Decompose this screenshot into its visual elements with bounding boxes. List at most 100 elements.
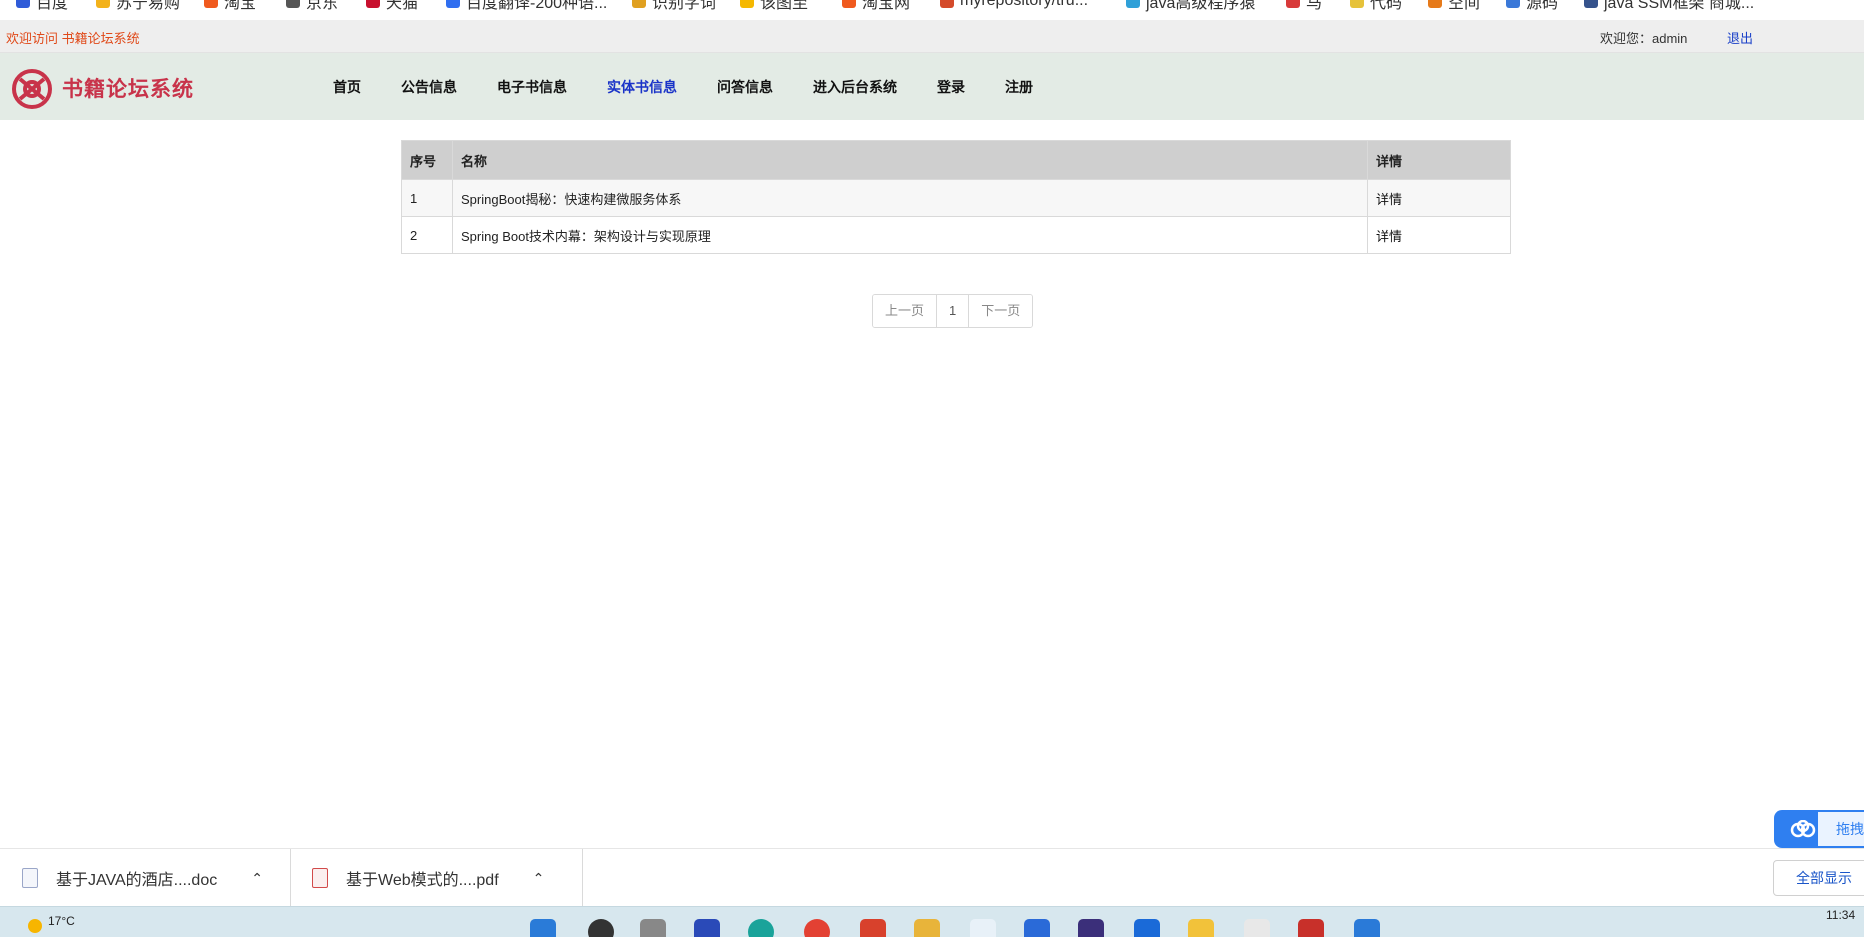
baidu-icon bbox=[16, 0, 30, 8]
bookmark-item[interactable]: 淘宝 bbox=[204, 0, 256, 12]
folder-icon[interactable] bbox=[914, 919, 940, 937]
chevron-up-icon[interactable]: ⌃ bbox=[533, 870, 545, 887]
bookmark-item[interactable]: 淘宝网 bbox=[842, 0, 910, 12]
bookmark-item[interactable]: 该图至 bbox=[740, 0, 808, 12]
doc-file-icon bbox=[22, 868, 38, 888]
logo-icon bbox=[12, 69, 52, 109]
pdf-file-icon bbox=[312, 868, 328, 888]
header-detail: 详情 bbox=[1367, 140, 1511, 180]
app-icon[interactable] bbox=[1244, 919, 1270, 937]
search-icon[interactable] bbox=[588, 919, 614, 937]
page-number-button[interactable]: 1 bbox=[937, 295, 970, 327]
downloads-bar: 基于JAVA的酒店....doc ⌃ 基于Web模式的....pdf ⌃ bbox=[0, 848, 1864, 907]
translate-icon bbox=[446, 0, 460, 8]
notes-icon[interactable] bbox=[1188, 919, 1214, 937]
app-icon[interactable] bbox=[1134, 919, 1160, 937]
row-name: SpringBoot揭秘：快速构建微服务体系 bbox=[452, 179, 1368, 217]
nav-physical-books[interactable]: 实体书信息 bbox=[607, 77, 677, 97]
chevron-up-icon[interactable]: ⌃ bbox=[251, 870, 263, 887]
detail-link[interactable]: 详情 bbox=[1376, 229, 1402, 244]
row-name: Spring Boot技术内幕：架构设计与实现原理 bbox=[452, 216, 1368, 254]
table-row: 2 Spring Boot技术内幕：架构设计与实现原理 详情 bbox=[401, 216, 1511, 254]
table-header-row: 序号 名称 详情 bbox=[401, 140, 1511, 180]
site-header: 书籍论坛系统 首页 公告信息 电子书信息 实体书信息 问答信息 进入后台系统 登… bbox=[0, 53, 1864, 120]
os-taskbar: 17°C 11:34 bbox=[0, 906, 1864, 937]
tmall-icon bbox=[366, 0, 380, 8]
wordpress-icon bbox=[1584, 0, 1598, 8]
recognize-icon bbox=[632, 0, 646, 8]
book-table-container: 序号 名称 详情 1 SpringBoot揭秘：快速构建微服务体系 详情 2 S… bbox=[401, 140, 1511, 254]
bookmark-item[interactable]: 京东 bbox=[286, 0, 338, 12]
table-row: 1 SpringBoot揭秘：快速构建微服务体系 详情 bbox=[401, 179, 1511, 217]
bookmark-item[interactable]: 百度翻译-200种语... bbox=[446, 0, 607, 12]
bookmark-item[interactable]: 源码 bbox=[1506, 0, 1558, 12]
welcome-text: 欢迎访问 书籍论坛系统 bbox=[6, 31, 140, 46]
bookmark-item[interactable]: 百度 bbox=[16, 0, 68, 12]
user-greeting: 欢迎您：admin bbox=[1600, 31, 1688, 46]
bookmark-item[interactable]: 代码 bbox=[1350, 0, 1402, 12]
bookmark-item[interactable]: 空间 bbox=[1428, 0, 1480, 12]
download-item[interactable]: 基于JAVA的酒店....doc ⌃ bbox=[0, 849, 291, 907]
nav-announcements[interactable]: 公告信息 bbox=[401, 77, 457, 97]
system-clock: 11:34 bbox=[1826, 908, 1856, 922]
bookmarks-bar: 百度 苏宁易购 淘宝 京东 天猫 百度翻译-200种语... 识别字词 该图至 … bbox=[0, 0, 1864, 20]
show-all-downloads-button[interactable]: 全部显示 bbox=[1773, 860, 1864, 896]
nav-register[interactable]: 注册 bbox=[1005, 77, 1033, 97]
suning-icon bbox=[96, 0, 110, 8]
book-table: 序号 名称 详情 1 SpringBoot揭秘：快速构建微服务体系 详情 2 S… bbox=[401, 140, 1511, 254]
space-icon bbox=[1428, 0, 1442, 8]
bookmark-item[interactable]: java SSM框架 商城... bbox=[1584, 0, 1754, 12]
sun-icon bbox=[28, 919, 42, 933]
top-welcome-bar: 欢迎访问 书籍论坛系统 欢迎您：admin 退出 bbox=[0, 20, 1864, 53]
row-no: 1 bbox=[401, 179, 453, 217]
nav-login[interactable]: 登录 bbox=[937, 77, 965, 97]
bookmark-icon bbox=[1286, 0, 1300, 8]
edge-icon[interactable] bbox=[748, 919, 774, 937]
nav-qa[interactable]: 问答信息 bbox=[717, 77, 773, 97]
chrome-icon[interactable] bbox=[804, 919, 830, 937]
detail-link[interactable]: 详情 bbox=[1376, 192, 1402, 207]
header-name: 名称 bbox=[452, 140, 1368, 180]
jd-icon bbox=[286, 0, 300, 8]
prev-page-button[interactable]: 上一页 bbox=[873, 295, 938, 327]
cloud-icon bbox=[1790, 820, 1816, 838]
windows-start-icon[interactable] bbox=[530, 919, 556, 937]
calendar-icon[interactable] bbox=[1354, 919, 1380, 937]
nav-home[interactable]: 首页 bbox=[333, 77, 361, 97]
browser-icon[interactable] bbox=[860, 919, 886, 937]
weather-widget[interactable]: 17°C bbox=[28, 909, 75, 933]
taobao-icon bbox=[204, 0, 218, 8]
file-explorer-icon[interactable] bbox=[640, 919, 666, 937]
download-item[interactable]: 基于Web模式的....pdf ⌃ bbox=[292, 849, 583, 907]
netdisk-float-label: 拖拽 bbox=[1818, 812, 1864, 846]
code-icon bbox=[1350, 0, 1364, 8]
source-icon bbox=[1506, 0, 1520, 8]
bookmark-item[interactable]: 识别字词 bbox=[632, 0, 716, 12]
site-brand[interactable]: 书籍论坛系统 bbox=[62, 73, 194, 103]
weather-temp: 17°C bbox=[48, 914, 75, 928]
folder-icon bbox=[1126, 0, 1140, 8]
pagination: 上一页 1 下一页 bbox=[872, 294, 1034, 328]
taobao-icon bbox=[842, 0, 856, 8]
bookmark-item[interactable]: 苏宁易购 bbox=[96, 0, 180, 12]
row-no: 2 bbox=[401, 216, 453, 254]
header-no: 序号 bbox=[401, 140, 453, 180]
app-icon[interactable] bbox=[1298, 919, 1324, 937]
app-icon[interactable] bbox=[694, 919, 720, 937]
next-page-button[interactable]: 下一页 bbox=[969, 295, 1033, 327]
bookmark-item[interactable]: 天猫 bbox=[366, 0, 418, 12]
download-filename: 基于Web模式的....pdf bbox=[346, 872, 499, 889]
ide-icon[interactable] bbox=[1078, 919, 1104, 937]
nav-ebooks[interactable]: 电子书信息 bbox=[497, 77, 567, 97]
bookmark-item[interactable]: myrepository/tru... bbox=[940, 0, 1088, 11]
logout-link[interactable]: 退出 bbox=[1727, 28, 1753, 47]
download-filename: 基于JAVA的酒店....doc bbox=[56, 872, 218, 889]
bookmark-item[interactable]: java高级程序猿 bbox=[1126, 0, 1255, 12]
netdisk-float-button[interactable]: 拖拽 bbox=[1774, 810, 1864, 848]
app-icon[interactable] bbox=[970, 919, 996, 937]
bookmark-item[interactable]: 马 bbox=[1286, 0, 1322, 12]
image-icon bbox=[740, 0, 754, 8]
nav-admin[interactable]: 进入后台系统 bbox=[813, 77, 897, 97]
app-icon[interactable] bbox=[1024, 919, 1050, 937]
repository-icon bbox=[940, 0, 954, 8]
